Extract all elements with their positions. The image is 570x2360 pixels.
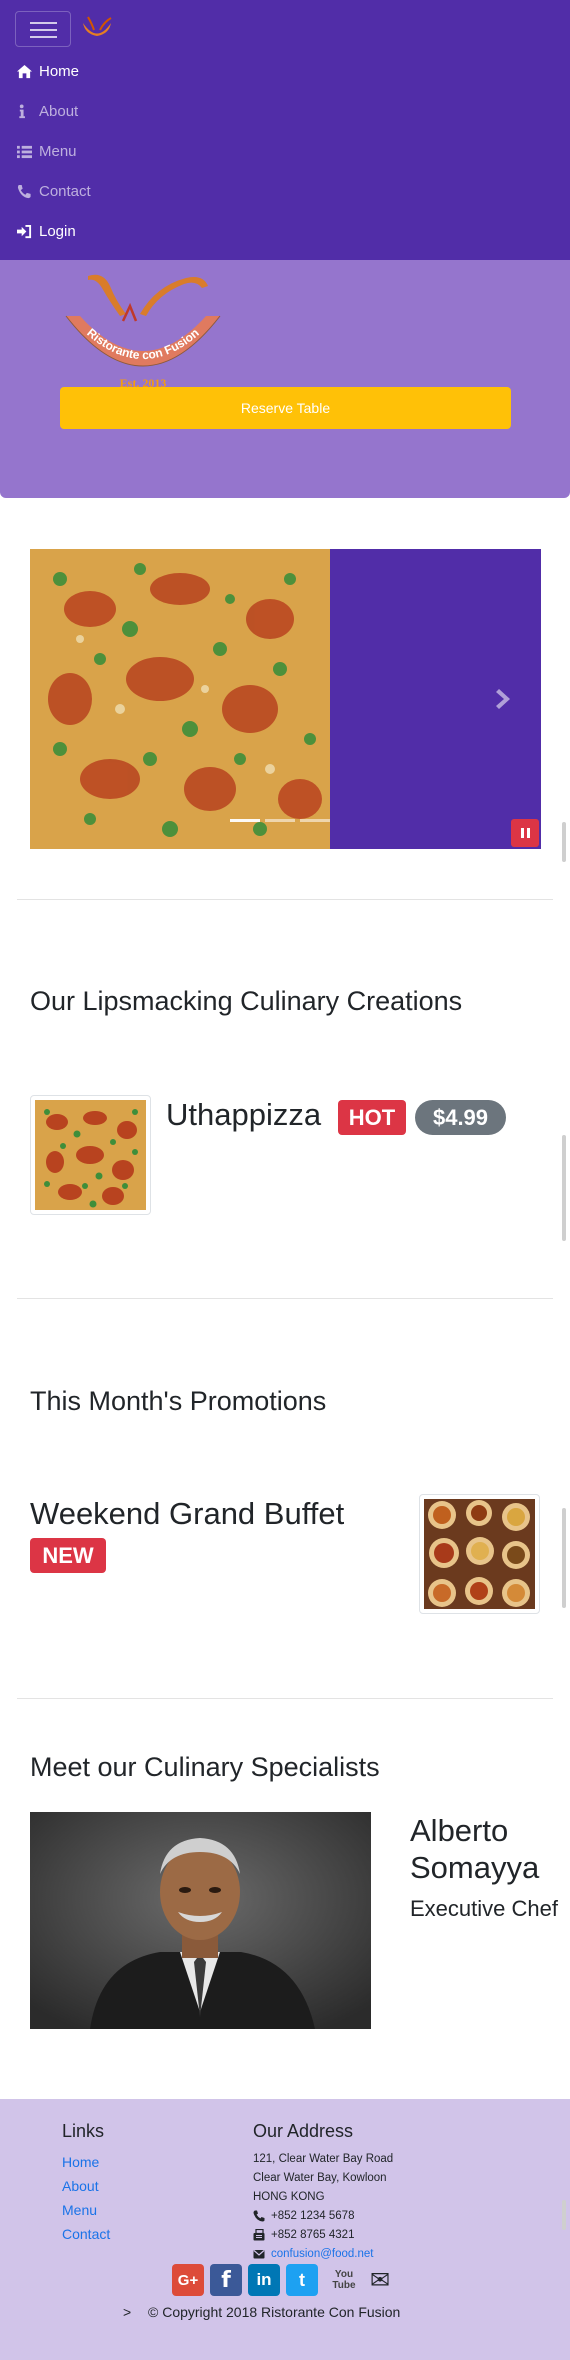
scroll-indicator (562, 2200, 566, 2230)
nav-item-about[interactable]: About (16, 99, 78, 123)
nav-item-home[interactable]: Home (16, 59, 79, 83)
scroll-indicator (562, 1508, 566, 1608)
brand-logo[interactable] (80, 14, 114, 40)
footer-link-menu[interactable]: Menu (62, 2202, 97, 2218)
promotions-section-title: This Month's Promotions (30, 1386, 327, 1416)
new-badge: NEW (30, 1538, 106, 1573)
nav-item-menu[interactable]: Menu (16, 139, 77, 163)
footer-phone-text: +852 1234 5678 (271, 2210, 355, 2222)
google-plus-icon[interactable]: G+ (172, 2264, 204, 2296)
nav-item-login[interactable]: Login (16, 219, 76, 243)
footer-link-about[interactable]: About (62, 2178, 99, 2194)
chevron-right-icon[interactable] (492, 686, 516, 712)
scroll-indicator (562, 822, 566, 862)
leader-name: Alberto Somayya (410, 1813, 540, 1885)
nav-item-label: Login (39, 222, 76, 240)
carousel-indicator[interactable] (230, 819, 260, 822)
carousel-indicator[interactable] (300, 819, 330, 822)
promotion-name: Weekend Grand Buffet (30, 1496, 345, 1531)
footer-address-title: Our Address (253, 2121, 354, 2141)
carousel-pause-button[interactable] (511, 819, 539, 847)
price-badge: $4.99 (415, 1100, 506, 1135)
mail-icon[interactable]: ✉ (364, 2264, 396, 2296)
phone-icon (253, 2210, 265, 2222)
leader-photo (30, 1812, 371, 2029)
dish-thumbnail (30, 1095, 151, 1215)
footer-fax: +852 8765 4321 (253, 2229, 354, 2241)
footer-arrow: > (123, 2304, 132, 2320)
sign-in-icon (17, 224, 32, 238)
carousel-indicators[interactable] (230, 819, 330, 822)
reserve-table-button[interactable]: Reserve Table (60, 387, 511, 429)
carousel-indicator[interactable] (265, 819, 295, 822)
footer-email: confusion@food.net (253, 2248, 373, 2260)
footer-email-link[interactable]: confusion@food.net (271, 2248, 373, 2260)
jumbotron: Ristorante con Fusion Est. 2013 Reserve … (0, 260, 570, 498)
hot-badge: HOT (338, 1100, 406, 1135)
phone-icon (17, 184, 31, 198)
nav-item-label: Menu (39, 142, 77, 160)
nav-item-label: Contact (39, 182, 91, 200)
footer-links-title: Links (62, 2121, 105, 2141)
home-icon (17, 64, 32, 78)
youtube-icon[interactable]: You Tube (326, 2264, 362, 2296)
svg-text:Ristorante con Fusion: Ristorante con Fusion (84, 326, 201, 363)
restaurant-logo: Ristorante con Fusion Est. 2013 (65, 274, 221, 390)
info-icon (19, 103, 25, 118)
carousel[interactable] (30, 549, 541, 849)
dish-name: Uthappizza (166, 1097, 322, 1132)
nav-item-label: Home (39, 62, 80, 80)
nav-item-contact[interactable]: Contact (16, 179, 91, 203)
logo-text: Ristorante con Fusion (84, 326, 201, 363)
footer-link-home[interactable]: Home (62, 2154, 99, 2170)
address-line: 121, Clear Water Bay Road (253, 2153, 394, 2165)
promotion-image (424, 1499, 535, 1609)
envelope-icon (253, 2250, 265, 2259)
promotion-thumbnail (419, 1494, 540, 1614)
pause-icon (520, 828, 524, 838)
facebook-icon[interactable]: f (210, 2264, 242, 2296)
divider (17, 1698, 553, 1699)
copyright-text: © Copyright 2018 Ristorante Con Fusion (148, 2304, 401, 2320)
divider (17, 899, 553, 900)
linkedin-icon[interactable]: in (248, 2264, 280, 2296)
list-icon (17, 145, 32, 158)
carousel-slide-image (30, 549, 330, 849)
navbar-toggler-button[interactable] (15, 11, 71, 47)
navbar: Home About Menu Contact Login (0, 0, 570, 260)
twitter-icon[interactable]: t (286, 2264, 318, 2296)
footer: Links Home About Menu Contact Our Addres… (0, 2099, 570, 2360)
footer-phone: +852 1234 5678 (253, 2210, 354, 2222)
footer-fax-text: +852 8765 4321 (271, 2229, 355, 2241)
fax-icon (253, 2229, 265, 2241)
address-line: Clear Water Bay, Kowloon (253, 2172, 387, 2184)
dish-image (35, 1100, 146, 1210)
footer-link-contact[interactable]: Contact (62, 2226, 110, 2242)
address-line: HONG KONG (253, 2191, 325, 2203)
scroll-indicator (562, 1135, 566, 1241)
leader-role: Executive Chef (410, 1896, 558, 1921)
nav-item-label: About (39, 102, 79, 120)
dishes-section-title: Our Lipsmacking Culinary Creations (30, 986, 463, 1016)
divider (17, 1298, 553, 1299)
pause-icon (526, 828, 530, 838)
leaders-section-title: Meet our Culinary Specialists (30, 1752, 380, 1782)
